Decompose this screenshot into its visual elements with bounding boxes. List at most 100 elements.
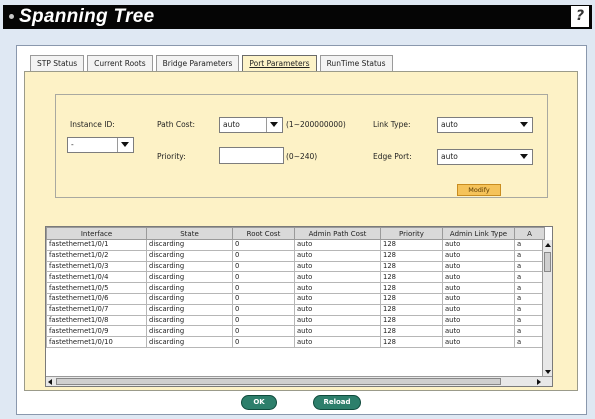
table-header-row: Interface State Root Cost Admin Path Cos… — [46, 227, 545, 240]
cell-a: a — [514, 260, 545, 273]
scroll-thumb[interactable] — [544, 252, 551, 272]
cell-admin-link-type: auto — [442, 325, 515, 338]
cell-a: a — [514, 303, 545, 316]
cell-priority: 128 — [380, 292, 443, 305]
cell-interface: fastethernet1/0/7 — [46, 303, 147, 316]
cell-admin-path-cost: auto — [294, 249, 381, 262]
scroll-thumb[interactable] — [56, 378, 501, 385]
table-row[interactable]: fastethernet1/0/8 discarding 0 auto 128 auto a — [46, 314, 545, 327]
cell-root-cost: 0 — [232, 282, 295, 294]
path-cost-label: Path Cost: — [157, 120, 196, 129]
cell-state: discarding — [146, 325, 233, 338]
cell-priority: 128 — [380, 336, 443, 348]
scroll-down-icon[interactable] — [545, 370, 551, 374]
help-icon[interactable]: ? — [571, 6, 589, 27]
cell-interface: fastethernet1/0/2 — [46, 249, 147, 262]
priority-hint: (0~240) — [286, 152, 318, 161]
edge-port-label: Edge Port: — [373, 152, 412, 161]
table-row[interactable]: fastethernet1/0/5 discarding 0 auto 128 auto a — [46, 282, 545, 294]
ok-button[interactable]: OK — [241, 395, 277, 410]
cell-root-cost: 0 — [232, 336, 295, 348]
cell-priority: 128 — [380, 303, 443, 316]
column-header-admin-link-type[interactable]: Admin Link Type — [442, 227, 515, 240]
reload-button[interactable]: Reload — [313, 395, 361, 410]
cell-admin-path-cost: auto — [294, 303, 381, 316]
cell-root-cost: 0 — [232, 325, 295, 338]
cell-root-cost: 0 — [232, 303, 295, 316]
scroll-right-icon[interactable] — [537, 379, 541, 385]
cell-root-cost: 0 — [232, 249, 295, 262]
table-row[interactable]: fastethernet1/0/4 discarding 0 auto 128 auto a — [46, 271, 545, 284]
cell-root-cost: 0 — [232, 239, 295, 251]
title-bullet-icon — [9, 14, 14, 19]
chevron-down-icon — [270, 122, 278, 127]
column-header-a[interactable]: A — [514, 227, 545, 240]
column-header-state[interactable]: State — [146, 227, 233, 240]
cell-priority: 128 — [380, 249, 443, 262]
vertical-scrollbar[interactable] — [542, 240, 552, 377]
priority-input[interactable] — [219, 147, 284, 164]
cell-state: discarding — [146, 303, 233, 316]
cell-admin-link-type: auto — [442, 260, 515, 273]
column-header-root-cost[interactable]: Root Cost — [232, 227, 295, 240]
tab-runtime-status[interactable]: RunTime Status — [319, 55, 393, 71]
cell-priority: 128 — [380, 314, 443, 327]
tab-bridge-parameters[interactable]: Bridge Parameters — [155, 55, 240, 71]
edge-port-select[interactable]: auto — [437, 149, 533, 165]
instance-id-select[interactable]: - — [67, 137, 134, 153]
cell-state: discarding — [146, 282, 233, 294]
cell-a: a — [514, 292, 545, 305]
cell-admin-path-cost: auto — [294, 260, 381, 273]
port-table-grid: Interface State Root Cost Admin Path Cos… — [46, 227, 545, 348]
cell-priority: 128 — [380, 325, 443, 338]
modify-button[interactable]: Modify — [457, 184, 501, 196]
cell-admin-link-type: auto — [442, 314, 515, 327]
cell-a: a — [514, 239, 545, 251]
cell-admin-path-cost: auto — [294, 325, 381, 338]
cell-admin-path-cost: auto — [294, 239, 381, 251]
cell-interface: fastethernet1/0/6 — [46, 292, 147, 305]
path-cost-select[interactable]: auto — [219, 117, 283, 133]
cell-root-cost: 0 — [232, 292, 295, 305]
table-row[interactable]: fastethernet1/0/2 discarding 0 auto 128 auto a — [46, 249, 545, 262]
table-row[interactable]: fastethernet1/0/3 discarding 0 auto 128 auto a — [46, 260, 545, 273]
cell-interface: fastethernet1/0/5 — [46, 282, 147, 294]
cell-a: a — [514, 282, 545, 294]
page-title: Spanning Tree — [19, 6, 155, 27]
column-header-interface[interactable]: Interface — [46, 227, 147, 240]
select-separator — [266, 118, 267, 132]
cell-admin-link-type: auto — [442, 249, 515, 262]
link-type-value: auto — [441, 120, 458, 129]
table-row[interactable]: fastethernet1/0/10 discarding 0 auto 128 auto… — [46, 336, 545, 348]
cell-a: a — [514, 336, 545, 348]
table-row[interactable]: fastethernet1/0/7 discarding 0 auto 128 auto a — [46, 303, 545, 316]
horizontal-scrollbar[interactable] — [46, 376, 552, 386]
cell-state: discarding — [146, 292, 233, 305]
table-row[interactable]: fastethernet1/0/1 discarding 0 auto 128 auto a — [46, 239, 545, 251]
cell-admin-path-cost: auto — [294, 282, 381, 294]
tab-current-roots[interactable]: Current Roots — [87, 55, 153, 71]
tab-port-parameters[interactable]: Port Parameters — [242, 55, 317, 71]
scroll-left-icon[interactable] — [48, 379, 52, 385]
cell-priority: 128 — [380, 239, 443, 251]
cell-interface: fastethernet1/0/9 — [46, 325, 147, 338]
link-type-label: Link Type: — [373, 120, 411, 129]
table-row[interactable]: fastethernet1/0/9 discarding 0 auto 128 auto a — [46, 325, 545, 338]
link-type-select[interactable]: auto — [437, 117, 533, 133]
cell-root-cost: 0 — [232, 271, 295, 284]
column-header-priority[interactable]: Priority — [380, 227, 443, 240]
scroll-up-icon[interactable] — [545, 243, 551, 247]
cell-admin-link-type: auto — [442, 336, 515, 348]
cell-priority: 128 — [380, 282, 443, 294]
cell-a: a — [514, 271, 545, 284]
title-bar: Spanning Tree ? — [3, 5, 592, 29]
chevron-down-icon — [520, 122, 528, 127]
table-row[interactable]: fastethernet1/0/6 discarding 0 auto 128 auto a — [46, 292, 545, 305]
cell-state: discarding — [146, 271, 233, 284]
cell-interface: fastethernet1/0/4 — [46, 271, 147, 284]
cell-state: discarding — [146, 249, 233, 262]
column-header-admin-path-cost[interactable]: Admin Path Cost — [294, 227, 381, 240]
cell-a: a — [514, 249, 545, 262]
cell-admin-link-type: auto — [442, 239, 515, 251]
tab-stp-status[interactable]: STP Status — [30, 55, 85, 71]
